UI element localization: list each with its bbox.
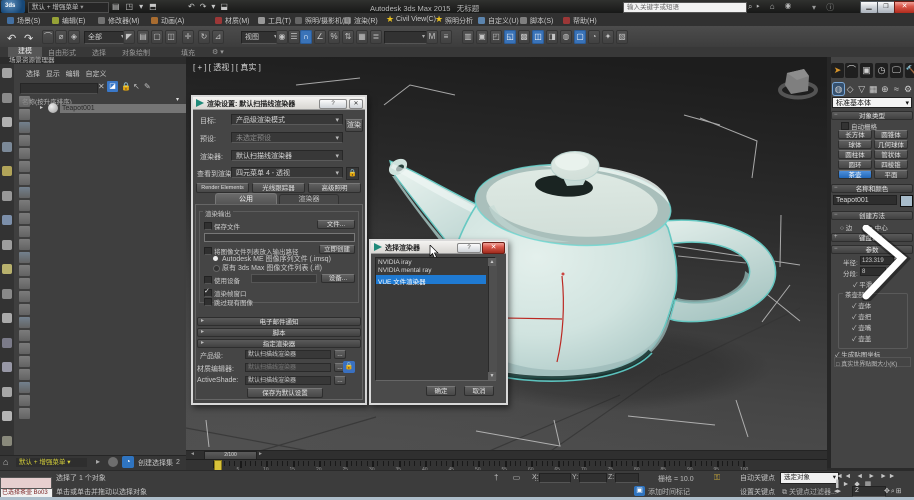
svg-text:[ + ] [ 透视 ] [ 真实 ]: [ + ] [ 透视 ] [ 真实 ] bbox=[193, 62, 261, 72]
